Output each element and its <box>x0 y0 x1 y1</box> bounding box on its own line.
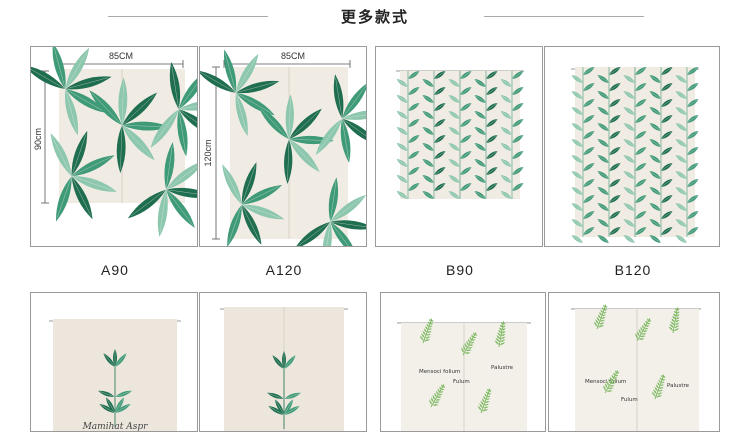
fern-label-1: Mensoci folium <box>419 369 460 375</box>
product-caption-b90: B90 <box>375 262 545 278</box>
product-image-a90: 85CM 90cm <box>31 47 198 247</box>
product-card-b90[interactable] <box>375 46 543 247</box>
product-image-sprig-1: Mamihat Aspr <box>31 293 198 432</box>
product-image-fern-2: Mensoci folium Fulum Palustre <box>549 293 720 432</box>
curtain-single-sprig <box>224 307 344 432</box>
width-dimension-label: 85CM <box>281 51 305 61</box>
curtain-large-leaves <box>200 48 367 247</box>
product-card-a120[interactable]: 85CM 120cm <box>199 46 367 247</box>
product-caption-a120: A120 <box>199 262 369 278</box>
product-card-sprig-1[interactable]: Mamihat Aspr <box>30 292 198 432</box>
product-card-b120[interactable] <box>544 46 720 247</box>
product-image-b90 <box>376 47 543 247</box>
curtain-fern-labels: Mensoci folium Fulum Palustre <box>575 303 699 432</box>
fern-label-3: Palustre <box>667 383 690 389</box>
header-divider-right <box>484 16 644 17</box>
height-dimension-label: 90cm <box>33 128 43 150</box>
section-header: 更多款式 <box>0 0 750 36</box>
curtain-single-sprig: Mamihat Aspr <box>53 319 177 432</box>
product-image-a120: 85CM 120cm <box>200 47 367 247</box>
product-image-b120 <box>545 47 720 247</box>
product-card-fern-2[interactable]: Mensoci folium Fulum Palustre <box>548 292 720 432</box>
fern-label-3: Palustre <box>491 365 514 371</box>
fern-label-2: Fulum <box>621 397 638 403</box>
height-dimension-label: 120cm <box>203 139 213 166</box>
product-caption-b120: B120 <box>548 262 718 278</box>
width-dimension-label: 85CM <box>109 51 133 61</box>
product-caption-a90: A90 <box>30 262 200 278</box>
product-image-fern-1: Mensoci folium Fulum Palustre <box>381 293 546 432</box>
fern-label-2: Fulum <box>453 379 470 385</box>
script-text: Mamihat Aspr <box>82 422 149 432</box>
product-card-a90[interactable]: 85CM 90cm <box>30 46 198 247</box>
product-card-sprig-2[interactable] <box>199 292 367 432</box>
product-card-fern-1[interactable]: Mensoci folium Fulum Palustre <box>380 292 546 432</box>
curtain-fern-labels: Mensoci folium Fulum Palustre <box>401 317 527 432</box>
curtain-large-leaves <box>31 47 198 238</box>
curtain-vine-leaves <box>395 69 524 200</box>
product-image-sprig-2 <box>200 293 367 432</box>
curtain-vine-leaves <box>570 65 699 244</box>
